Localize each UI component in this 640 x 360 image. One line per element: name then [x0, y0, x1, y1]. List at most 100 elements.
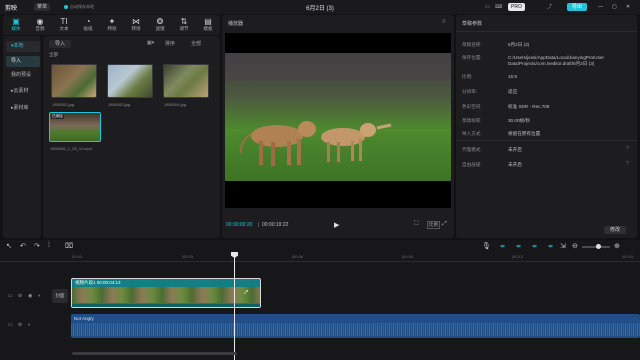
time-ruler[interactable]: 00:00 |00:03 |00:06 |00:09 |00:12 |00:15	[0, 252, 640, 262]
added-badge: 已添加	[51, 114, 64, 119]
time-separator: |	[258, 222, 260, 228]
split-icon[interactable]: ⁞	[48, 242, 50, 249]
prop-label: 自由层级:	[462, 162, 482, 167]
help-icon[interactable]: ?	[626, 161, 629, 167]
media-icon: ▣	[12, 17, 20, 26]
tab-media[interactable]: ▣ 媒体	[5, 17, 27, 32]
play-icon[interactable]: ▶	[334, 221, 339, 229]
undo-icon[interactable]: ↶	[20, 242, 26, 250]
link-icon[interactable]: ⇹	[516, 243, 521, 250]
section-label: 全部	[49, 52, 58, 57]
fit-screen-icon[interactable]: ⛶	[414, 221, 418, 228]
tab-transition[interactable]: ⋈ 转场	[125, 17, 147, 32]
snap-icon[interactable]: ⇹	[500, 243, 505, 250]
total-time: 00:00:19:22	[262, 222, 289, 228]
tab-effects[interactable]: ✦ 特效	[101, 17, 123, 32]
audio-track-mute-icon[interactable]: ◐	[28, 322, 31, 328]
audio-icon: ◉	[36, 17, 44, 26]
delete-icon[interactable]: ⌧	[65, 242, 73, 250]
zoom-slider[interactable]	[582, 244, 610, 249]
microphone-icon[interactable]: 🎙	[482, 242, 491, 250]
zoom-fit-icon[interactable]: ⇲	[560, 242, 566, 250]
maximize-icon[interactable]: ▢	[612, 3, 617, 11]
timeline-scrollbar[interactable]	[72, 352, 237, 355]
audio-clip[interactable]: Not Angry	[71, 314, 640, 338]
import-button[interactable]: 导入	[49, 40, 72, 48]
close-icon[interactable]: ✕	[626, 3, 630, 11]
audio-clip-label: Not Angry	[74, 316, 94, 321]
media-thumb-video[interactable]: 已添加	[49, 112, 101, 142]
ruler-label: |00:12	[512, 254, 524, 259]
sticker-icon: ◔	[85, 17, 91, 26]
divider	[456, 31, 637, 32]
audio-track-lock-icon[interactable]: ▭	[8, 322, 13, 328]
sidebar-item-presets[interactable]: 我的预设	[6, 70, 40, 81]
ruler-label: |00:15	[622, 254, 634, 259]
timeline-panel: ↖ ↶ ↷ ⁞ ⌧ 🎙 ⇹ ⇹ ⇹ ⇹ ⇲ ⊖ ⊕ 00:00 |00:03 |…	[0, 240, 640, 360]
prop-label: 保存位置:	[462, 55, 482, 60]
player-menu-icon[interactable]: ≡	[442, 19, 446, 25]
pro-badge[interactable]: PRO	[508, 3, 525, 11]
video-clip-audio-bar	[72, 304, 260, 307]
media-thumb-1[interactable]	[51, 64, 97, 98]
text-icon: TI	[60, 17, 68, 26]
ruler-label: 00:00	[72, 254, 83, 259]
video-clip-filmstrip	[72, 287, 260, 303]
zoom-out-icon[interactable]: ⊖	[572, 242, 578, 250]
title-bar: 剪映 菜单 自动保存本地 6月2日 (3) ▭ ⌨ PRO ⤴ 导出 — ▢ ✕	[0, 0, 640, 14]
filter-all-button[interactable]: 全部	[191, 40, 201, 47]
prop-value: 未开启	[508, 147, 522, 152]
auto-magnet-icon[interactable]: ⇹	[548, 243, 553, 250]
sidebar-item-local[interactable]: ▾本地	[6, 41, 40, 52]
audio-waveform	[71, 323, 640, 336]
fullscreen-icon[interactable]: ⤢	[442, 221, 447, 228]
sidebar-item-cloud[interactable]: ▸云素材	[6, 86, 40, 97]
prop-label: 代理模式:	[462, 147, 482, 152]
sidebar-item-import[interactable]: 导入	[6, 56, 40, 67]
audio-track-hide-icon[interactable]: ⊘	[18, 322, 22, 328]
prop-label: 比例:	[462, 74, 473, 79]
zoom-slider-handle[interactable]	[596, 244, 601, 249]
prop-value: 30.00帧/秒	[508, 118, 530, 123]
tab-sticker[interactable]: ◔ 贴纸	[77, 17, 99, 32]
help-icon[interactable]: ?	[626, 146, 629, 152]
tab-text[interactable]: TI 文本	[53, 17, 75, 32]
media-name-1: 1555262.jpg	[52, 102, 75, 107]
tab-filter[interactable]: ❂ 滤镜	[149, 17, 171, 32]
preview-axis-icon[interactable]: ⇹	[532, 243, 537, 250]
tab-adjust[interactable]: ⇅ 调节	[173, 17, 195, 32]
template-icon: ▤	[204, 17, 212, 26]
sidebar-item-library[interactable]: ▸素材库	[6, 103, 40, 114]
export-button[interactable]: 导出	[567, 3, 588, 11]
ratio-button[interactable]: 比例	[427, 221, 440, 229]
media-thumb-3[interactable]	[163, 64, 209, 98]
playhead[interactable]	[234, 252, 235, 360]
select-tool-icon[interactable]: ↖	[6, 242, 12, 250]
minimize-icon[interactable]: —	[598, 3, 603, 11]
sort-button[interactable]: 排序	[165, 40, 175, 47]
tab-audio[interactable]: ◉ 音频	[29, 17, 51, 32]
redo-icon[interactable]: ↷	[34, 242, 40, 250]
layout-icon[interactable]: ▭	[485, 3, 490, 11]
tab-template[interactable]: ▤ 模板	[197, 17, 219, 32]
track-hide-icon[interactable]: ⊘	[18, 293, 22, 299]
prop-value: 保留在原有位置	[508, 131, 541, 136]
media-thumb-2[interactable]	[107, 64, 153, 98]
adjust-icon: ⇅	[180, 17, 188, 26]
track-lock-icon[interactable]: ▭	[8, 293, 13, 299]
shortcut-icon[interactable]: ⌨	[495, 3, 502, 11]
edit-button[interactable]: 修改	[604, 226, 627, 234]
zoom-in-icon[interactable]: ⊕	[614, 242, 620, 250]
share-icon[interactable]: ⤴	[547, 3, 552, 11]
prop-value: C:/Users/jessi/AppData/Local/JianyingPro…	[508, 55, 604, 66]
ruler-label: |00:09	[402, 254, 414, 259]
video-clip[interactable]: 视频片段1 00:00:04:13	[71, 278, 261, 308]
divider	[456, 140, 637, 141]
track-mute-icon[interactable]: ◐	[38, 293, 41, 299]
track-visible-icon[interactable]: ◉	[28, 293, 32, 299]
properties-title: 草稿参数	[462, 21, 483, 27]
video-preview[interactable]	[225, 33, 451, 208]
cover-button[interactable]: 封面	[52, 289, 68, 303]
view-toggle-icon[interactable]: ▦▾	[147, 40, 154, 46]
prop-value: 适应	[508, 89, 518, 94]
